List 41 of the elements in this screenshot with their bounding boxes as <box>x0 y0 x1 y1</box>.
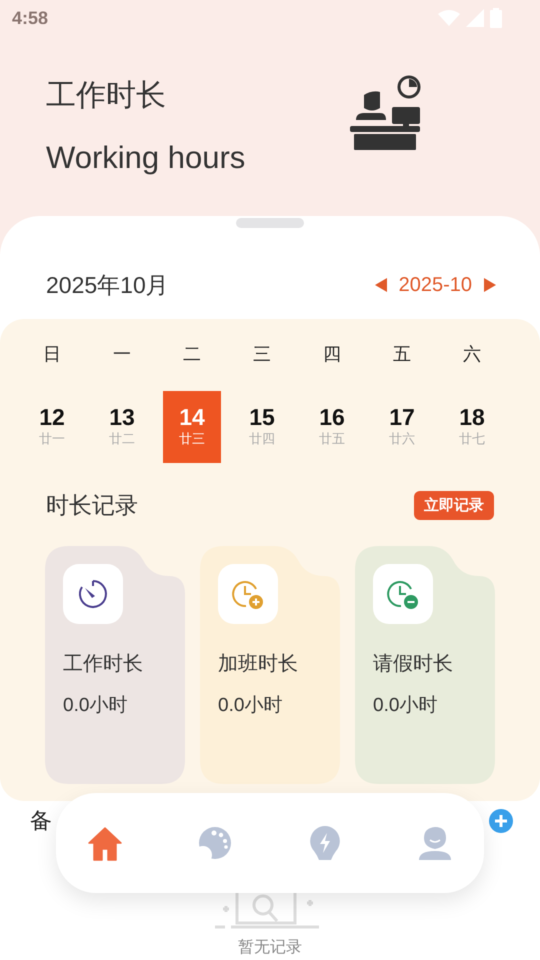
profile-icon[interactable] <box>417 825 453 861</box>
page-title: 工作时长 <box>46 78 167 114</box>
stat-label: 请假时长 <box>373 652 454 677</box>
status-time: 4:58 <box>12 8 48 28</box>
lightbulb-icon[interactable] <box>309 825 341 861</box>
date-cell[interactable]: 18 廿七 <box>443 391 501 463</box>
stat-card[interactable]: 请假时长 0.0小时 <box>355 546 495 784</box>
weekday-label: 日 <box>42 343 62 366</box>
weekday-label: 五 <box>392 343 412 366</box>
record-now-button[interactable]: 立即记录 <box>414 490 494 520</box>
stat-value: 0.0小时 <box>63 694 128 718</box>
stat-value: 0.0小时 <box>373 694 438 718</box>
stat-label: 加班时长 <box>218 652 299 677</box>
date-cell[interactable]: 17 廿六 <box>373 391 431 463</box>
home-icon[interactable] <box>87 825 123 861</box>
add-icon[interactable] <box>489 809 513 833</box>
weekday-label: 六 <box>462 343 482 366</box>
empty-message: 暂无记录 <box>238 938 302 958</box>
date-cell[interactable]: 13 廿二 <box>93 391 151 463</box>
stat-label: 工作时长 <box>63 652 144 677</box>
stat-value: 0.0小时 <box>218 694 284 718</box>
section-title: 时长记录 <box>46 490 138 520</box>
date-cell[interactable]: 12 廿一 <box>23 391 81 463</box>
date-cell[interactable]: 16 廿五 <box>303 391 361 463</box>
month-picker[interactable]: 2025-10 <box>398 274 472 296</box>
weekday-label: 三 <box>252 343 272 366</box>
section-title: 备 <box>30 807 52 835</box>
palette-icon[interactable] <box>197 825 233 861</box>
weekday-label: 四 <box>322 343 342 366</box>
drag-handle[interactable] <box>236 218 304 228</box>
next-month-icon[interactable] <box>484 278 496 292</box>
page-subtitle: Working hours <box>46 139 246 177</box>
date-cell[interactable]: 15 廿四 <box>233 391 291 463</box>
stat-card[interactable]: 加班时长 0.0小时 <box>200 546 340 784</box>
previous-month-icon[interactable] <box>374 278 387 292</box>
weekday-label: 一 <box>112 343 132 366</box>
stopwatch-icon <box>76 577 110 611</box>
weekday-label: 二 <box>182 343 202 366</box>
month-title: 2025年10月 <box>46 270 169 300</box>
stat-card[interactable]: 工作时长 0.0小时 <box>45 546 185 784</box>
date-cell[interactable]: 14 廿三 <box>163 391 221 463</box>
